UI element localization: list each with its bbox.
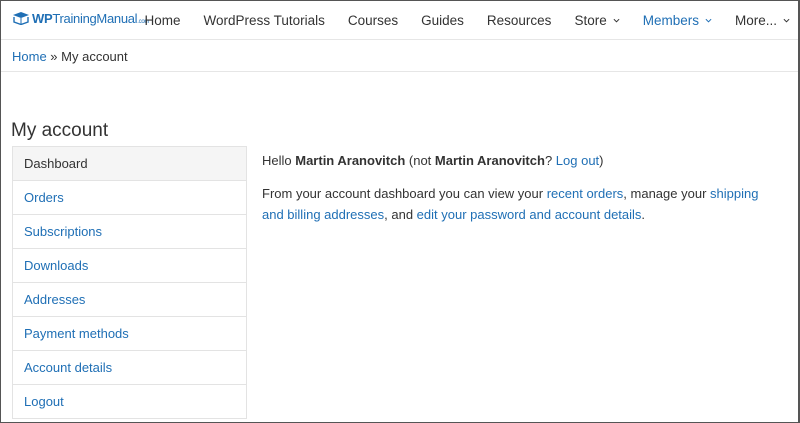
- chevron-down-icon: [705, 18, 712, 23]
- nav-wordpress-tutorials[interactable]: WordPress Tutorials: [204, 13, 325, 28]
- breadcrumb-home-link[interactable]: Home: [12, 49, 47, 64]
- and-text: , and: [384, 207, 417, 222]
- site-header: WPTrainingManual.com Home WordPress Tuto…: [1, 0, 798, 40]
- account-nav-orders[interactable]: Orders: [13, 181, 246, 215]
- nav-guides[interactable]: Guides: [421, 13, 464, 28]
- chevron-down-icon: [613, 18, 620, 23]
- user-name: Martin Aranovitch: [295, 153, 406, 168]
- dashboard-content: Hello Martin Aranovitch (not Martin Aran…: [262, 150, 782, 225]
- breadcrumb-current: My account: [61, 49, 128, 64]
- account-nav-subscriptions[interactable]: Subscriptions: [13, 215, 246, 249]
- nav-store-label: Store: [574, 12, 607, 28]
- book-logo-icon: [12, 11, 30, 26]
- nav-more[interactable]: More...: [735, 13, 790, 28]
- nav-more-label: More...: [734, 12, 777, 28]
- account-nav-addresses[interactable]: Addresses: [13, 283, 246, 317]
- account-navigation: Dashboard Orders Subscriptions Downloads…: [12, 146, 247, 419]
- account-nav-downloads[interactable]: Downloads: [13, 249, 246, 283]
- nav-members[interactable]: Members: [643, 13, 712, 28]
- greeting-paragraph: Hello Martin Aranovitch (not Martin Aran…: [262, 150, 782, 171]
- breadcrumb: Home » My account: [12, 49, 128, 64]
- nav-store[interactable]: Store: [574, 12, 620, 28]
- nav-courses[interactable]: Courses: [348, 13, 398, 28]
- intro-text: From your account dashboard you can view…: [262, 186, 547, 201]
- breadcrumb-separator: »: [46, 49, 62, 64]
- greeting-not-suffix: ?: [544, 153, 556, 168]
- account-details-link[interactable]: edit your password and account details: [417, 207, 642, 222]
- account-nav-account-details[interactable]: Account details: [13, 351, 246, 385]
- log-out-link[interactable]: Log out: [556, 153, 599, 168]
- user-name-repeat: Martin Aranovitch: [434, 153, 545, 168]
- manage-text: , manage your: [623, 186, 711, 201]
- end-text: .: [641, 207, 646, 222]
- greeting-hello: Hello: [262, 153, 296, 168]
- dashboard-intro-paragraph: From your account dashboard you can view…: [262, 183, 782, 225]
- account-nav-logout[interactable]: Logout: [13, 385, 246, 419]
- nav-home[interactable]: Home: [145, 13, 181, 28]
- nav-members-label: Members: [642, 12, 699, 28]
- greeting-close: ): [599, 153, 604, 168]
- greeting-not-prefix: (not: [405, 153, 435, 168]
- nav-resources[interactable]: Resources: [487, 13, 552, 28]
- account-nav-dashboard[interactable]: Dashboard: [13, 147, 246, 181]
- chevron-down-icon: [783, 18, 790, 23]
- main-nav: Home WordPress Tutorials Courses Guides …: [122, 0, 790, 40]
- recent-orders-link[interactable]: recent orders: [547, 186, 624, 201]
- breadcrumb-bar: Home » My account: [1, 41, 798, 72]
- account-nav-payment-methods[interactable]: Payment methods: [13, 317, 246, 351]
- page-title: My account: [11, 120, 109, 141]
